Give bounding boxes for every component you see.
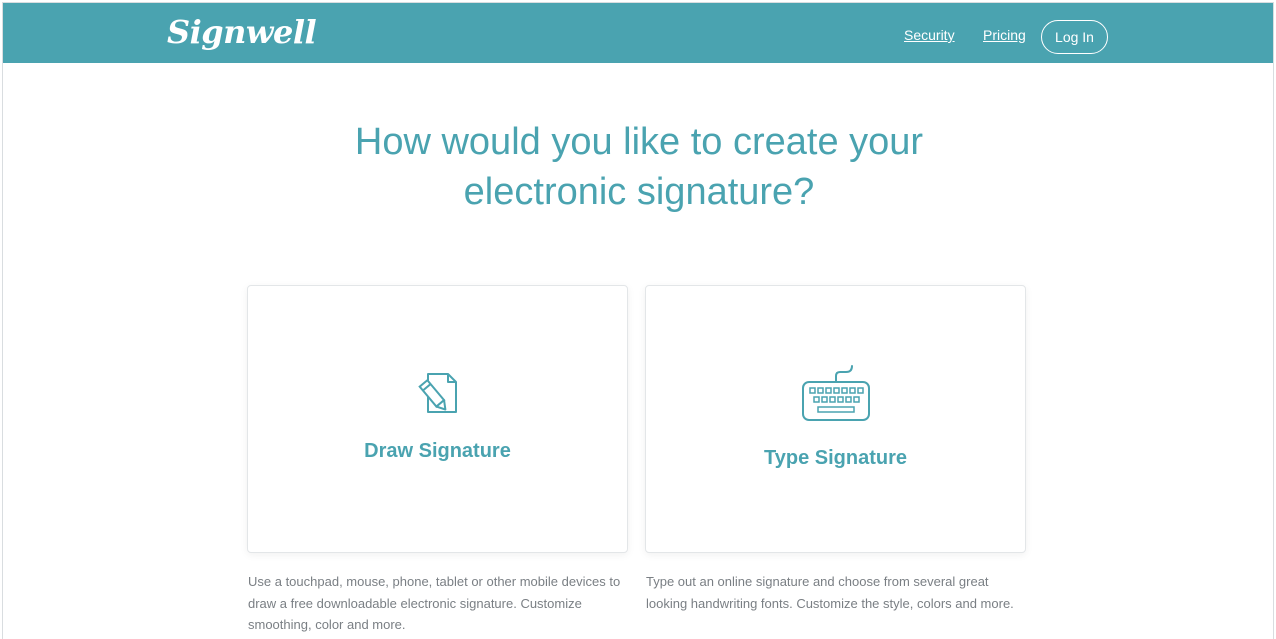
page-headline: How would you like to create your electr…	[3, 117, 1273, 217]
draw-signature-title: Draw Signature	[364, 440, 511, 462]
type-signature-card[interactable]: Type Signature	[645, 285, 1026, 553]
top-nav-bar: Signwell Security Pricing Log In	[3, 3, 1273, 63]
nav-link-security[interactable]: Security	[904, 27, 955, 43]
keyboard-icon	[802, 365, 870, 421]
login-button[interactable]: Log In	[1041, 20, 1108, 54]
nav-link-pricing[interactable]: Pricing	[983, 27, 1026, 43]
signwell-logo[interactable]: Signwell	[167, 13, 317, 51]
headline-line-1: How would you like to create your	[354, 121, 924, 163]
type-signature-description: Type out an online signature and choose …	[646, 574, 1014, 611]
draw-signature-description: Use a touchpad, mouse, phone, tablet or …	[248, 574, 621, 632]
type-signature-title: Type Signature	[764, 447, 907, 469]
draw-signature-card[interactable]: Draw Signature	[247, 285, 628, 553]
headline-line-2: electronic signature?	[463, 171, 815, 213]
browser-frame: Signwell Security Pricing Log In How wou…	[2, 2, 1274, 639]
pencil-document-icon	[418, 373, 457, 413]
